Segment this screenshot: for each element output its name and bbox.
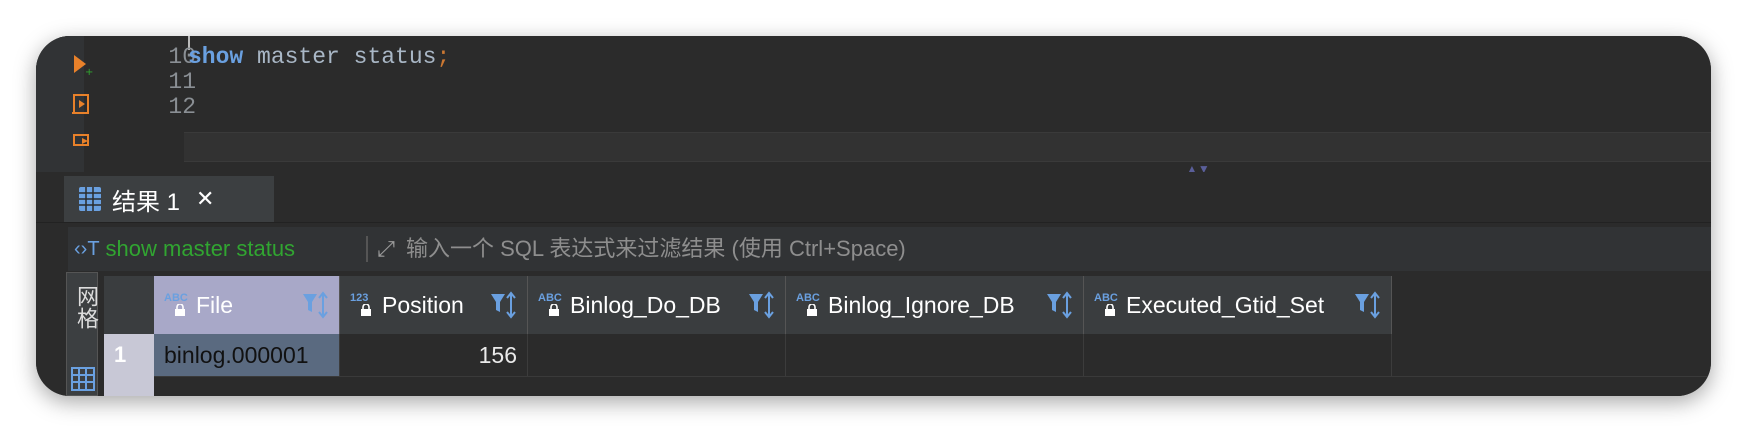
editor-toolbar: +: [36, 36, 93, 172]
column-header-label: Executed_Gtid_Set: [1126, 291, 1325, 318]
string-type-icon: ABC: [1094, 292, 1120, 318]
line-number: 12: [168, 94, 196, 120]
row-number[interactable]: 1: [104, 334, 154, 376]
filter-sort-icon[interactable]: [489, 290, 519, 320]
filter-sort-icon[interactable]: [1353, 290, 1383, 320]
execute-script-icon[interactable]: [70, 92, 94, 116]
explain-plan-icon[interactable]: [70, 132, 94, 156]
sql-keyword: show: [188, 44, 244, 70]
column-header-executed-gtid-set[interactable]: ABC Executed_Gtid_Set: [1084, 276, 1392, 334]
side-tab-grid[interactable]: 网格: [66, 272, 99, 396]
code-line[interactable]: show master status;: [188, 44, 450, 70]
number-type-icon: 123: [350, 292, 376, 318]
side-tab-label: 网格: [74, 285, 99, 329]
column-header-position[interactable]: 123 Position: [340, 276, 528, 334]
table-cell-file[interactable]: binlog.000001: [154, 334, 340, 376]
current-line-highlight: [184, 132, 1711, 162]
sql-semicolon: ;: [436, 44, 451, 70]
query-name-label: show master status: [105, 236, 296, 261]
column-header-file[interactable]: ABC File: [154, 276, 340, 334]
table-cell-binlog-do-db[interactable]: [528, 334, 786, 376]
column-header-label: Binlog_Do_DB: [570, 291, 721, 318]
grid-corner[interactable]: [104, 276, 155, 334]
sql-text: master status: [243, 44, 437, 70]
close-icon[interactable]: ✕: [196, 186, 214, 212]
results-tabbar: 结果 1 ✕: [36, 172, 1711, 223]
string-type-icon: ABC: [538, 292, 564, 318]
filter-bar: ‹›T show master status ⤢: [68, 227, 1711, 271]
table-cell-executed-gtid-set[interactable]: [1084, 334, 1392, 376]
tab-label: 结果 1: [112, 188, 181, 216]
result-grid[interactable]: ABC File 123 Position ABC Binlog_Do_DB A…: [104, 276, 1711, 396]
column-header-label: Position: [382, 291, 464, 318]
table-icon: [79, 187, 101, 211]
column-header-binlog-ignore-db[interactable]: ABC Binlog_Ignore_DB: [786, 276, 1084, 334]
empty-row-number: [104, 376, 154, 396]
execute-query-icon[interactable]: +: [70, 52, 94, 76]
sql-editor[interactable]: + 10 11 12 show master status; ▲▼: [36, 36, 1711, 176]
filter-sort-icon[interactable]: [747, 290, 777, 320]
grid-icon: [71, 367, 95, 391]
column-header-binlog-do-db[interactable]: ABC Binlog_Do_DB: [528, 276, 786, 334]
expand-icon[interactable]: ⤢: [368, 236, 404, 262]
column-header-label: File: [196, 291, 234, 318]
svg-text:+: +: [85, 67, 93, 76]
table-cell-binlog-ignore-db[interactable]: [786, 334, 1084, 376]
filter-sort-icon[interactable]: [1045, 290, 1075, 320]
results-panel: 结果 1 ✕ ‹›T show master status ⤢ 网格: [36, 172, 1711, 396]
tab-results-1[interactable]: 结果 1 ✕: [64, 176, 274, 222]
empty-row: [104, 376, 1711, 396]
filter-input[interactable]: [404, 228, 1711, 270]
line-number: 11: [168, 69, 196, 95]
query-name: ‹›T show master status: [68, 236, 368, 262]
string-type-icon: ABC: [796, 292, 822, 318]
filter-sort-icon[interactable]: [301, 290, 331, 320]
table-cell-position[interactable]: 156: [340, 334, 528, 376]
sql-text-icon: ‹›T: [74, 237, 100, 260]
string-type-icon: ABC: [164, 292, 190, 318]
column-header-label: Binlog_Ignore_DB: [828, 291, 1015, 318]
app-window: + 10 11 12 show master status; ▲▼ 结果 1 ✕…: [36, 36, 1711, 396]
